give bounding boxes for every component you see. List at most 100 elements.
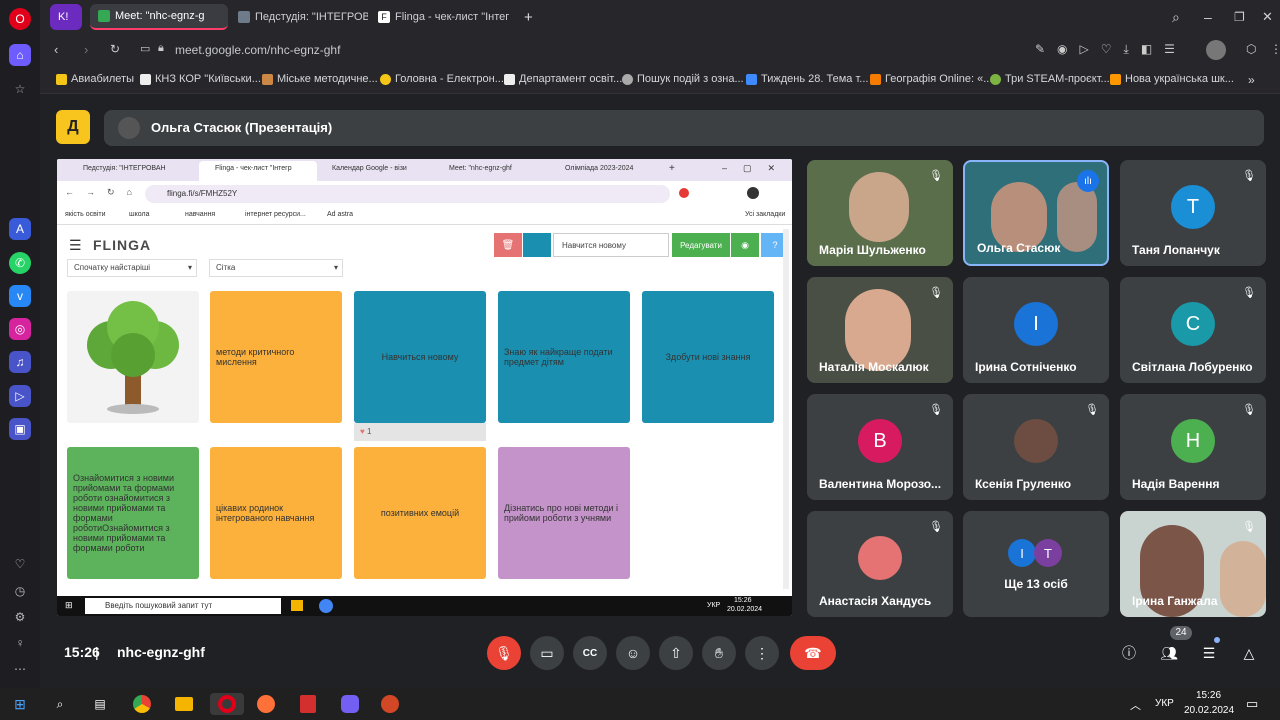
restore-icon[interactable]: ❐ — [1226, 4, 1253, 30]
emoji-button[interactable]: ☺ — [616, 636, 650, 670]
view-select: Сітка ▾ — [209, 259, 343, 277]
instagram-icon[interactable]: ◎ — [9, 318, 31, 340]
opera-icon[interactable] — [218, 695, 236, 713]
more-icon[interactable]: ⋯ — [9, 658, 31, 680]
search-tabs-icon[interactable]: ⌕ — [1164, 4, 1188, 30]
wallet-icon[interactable]: ▣ — [9, 418, 31, 440]
menu-icon[interactable]: ⋮ — [1270, 42, 1280, 56]
file-explorer-icon[interactable] — [175, 697, 193, 711]
profile-avatar[interactable] — [1206, 40, 1226, 60]
tips-icon[interactable]: ♀ — [9, 632, 31, 654]
mic-off-icon: 🎙︎ — [929, 170, 943, 182]
home-icon[interactable]: ⌂ — [9, 44, 31, 66]
bookmark-label: Географія Online: «... — [885, 73, 993, 85]
bookmark-item[interactable]: Три STEAM-проєкт... — [990, 73, 1110, 85]
whatsapp-icon[interactable]: ✆ — [9, 252, 31, 274]
meeting-info-button[interactable]: ⓘ — [1112, 636, 1146, 670]
bookmark-label: Пошук подій з озна... — [637, 73, 744, 85]
back-icon[interactable]: ‹ — [54, 42, 58, 57]
camera-icon[interactable]: ▭ — [140, 42, 150, 55]
notifications-icon[interactable]: ▭ — [1246, 696, 1258, 712]
bookmark-label: КНЗ КОР "Київськи... — [155, 73, 261, 85]
player-icon[interactable]: ▷ — [9, 385, 31, 407]
clock-date[interactable]: 20.02.2024 — [1184, 705, 1234, 716]
chat-button[interactable]: ☰ — [1192, 636, 1226, 670]
participant-tile[interactable]: I Ірина Сотніченко — [963, 277, 1109, 383]
pin-icon[interactable]: ☆ — [9, 78, 31, 100]
participant-tile[interactable]: 🎙︎ Ірина Ганжала — [1120, 511, 1266, 617]
bookmark-item[interactable]: Пошук подій з озна... — [622, 73, 744, 85]
present-button[interactable]: ⇧ — [659, 636, 693, 670]
viber-icon[interactable] — [341, 695, 359, 713]
vk-icon[interactable]: v — [9, 285, 31, 307]
camera-button[interactable]: ▭ — [530, 636, 564, 670]
mic-off-button[interactable]: 🎙︎ — [487, 636, 521, 670]
address-bar-actions[interactable]: ✎◉▷♡⤓◧☰ — [1035, 42, 1187, 57]
new-tab-button[interactable]: + — [516, 4, 536, 30]
more-participants-label: Ще 13 осіб — [1004, 577, 1068, 591]
inner-bookmark: Ad astra — [327, 211, 354, 218]
bookmark-item[interactable]: Міське методичне... — [262, 73, 378, 85]
aria-icon[interactable]: A — [9, 218, 31, 240]
bookmark-item[interactable]: Нова українська шк... — [1110, 73, 1234, 85]
windows-start-icon[interactable]: ⊞ — [8, 693, 32, 715]
mic-off-icon: 🎙︎ — [929, 404, 943, 416]
participant-tile[interactable]: В 🎙︎ Валентина Морозо... — [807, 394, 953, 500]
captions-button[interactable]: CC — [573, 636, 607, 670]
language-indicator[interactable]: УКР — [1155, 698, 1174, 709]
close-icon[interactable]: ✕ — [1254, 4, 1280, 30]
presentation-bar: Ольга Стасюк (Презентація) — [104, 110, 1264, 146]
tab-pedstudio[interactable]: Педстудія: "ІНТЕГРОВАН — [230, 4, 368, 30]
participant-name: Ірина Сотніченко — [975, 360, 1077, 374]
inner-profile-avatar — [747, 187, 759, 199]
tab-workspace[interactable]: K! — [50, 4, 82, 30]
participant-name: Анастасія Хандусь — [819, 594, 932, 608]
participant-tile[interactable]: 🎙︎ Анастасія Хандусь — [807, 511, 953, 617]
settings-icon[interactable]: ⚙ — [9, 606, 31, 628]
clock-time[interactable]: 15:26 — [1196, 690, 1221, 701]
minimize-icon[interactable]: – — [1196, 4, 1220, 30]
participant-tile[interactable]: 🎙︎ Марія Шульженко — [807, 160, 953, 266]
pdf-reader-icon[interactable] — [300, 695, 316, 713]
opera-logo-icon[interactable]: O — [9, 8, 31, 30]
participant-tile[interactable]: Н 🎙︎ Надія Варення — [1120, 394, 1266, 500]
bookmark-item[interactable]: КНЗ КОР "Київськи... — [140, 73, 261, 85]
participant-tile-active[interactable]: ılı Ольга Стасюк — [963, 160, 1109, 266]
exit-door-icon[interactable]: Д — [56, 110, 90, 144]
more-options-button[interactable]: ⋮ — [745, 636, 779, 670]
more-participants-tile[interactable]: I T Ще 13 осіб — [963, 511, 1109, 617]
inner-tab: Flinga - чек-лист "Інтегр — [215, 165, 292, 172]
history-icon[interactable]: ◷ — [9, 580, 31, 602]
search-icon[interactable]: ⌕ — [48, 693, 72, 715]
bookmarks-overflow-icon[interactable]: » — [1248, 73, 1255, 87]
participant-tile[interactable]: T 🎙︎ Таня Лопанчук — [1120, 160, 1266, 266]
chrome-icon[interactable] — [133, 695, 151, 713]
activities-button[interactable]: △ — [1232, 636, 1266, 670]
bookmark-item[interactable]: Департамент освіт... — [504, 73, 622, 85]
task-view-icon[interactable]: ▤ — [88, 693, 112, 715]
tab-meet[interactable]: Meet: "nhc-egnz-g — [90, 4, 228, 30]
tray-expand-icon[interactable]: ︿ — [1130, 697, 1141, 713]
participant-tile[interactable]: С 🎙︎ Світлана Лобуренко — [1120, 277, 1266, 383]
url-field[interactable]: meet.google.com/nhc-egnz-ghf — [175, 40, 975, 60]
heart-icon[interactable]: ♡ — [9, 553, 31, 575]
bookmark-item[interactable]: Географія Online: «... — [870, 73, 992, 85]
powerpoint-icon[interactable] — [381, 695, 399, 713]
tab-label: Meet: "nhc-egnz-g — [115, 10, 205, 22]
firefox-icon[interactable] — [257, 695, 275, 713]
leave-call-button[interactable]: ☎︎ — [790, 636, 836, 670]
participant-tile[interactable]: 🎙︎ Наталія Москалюк — [807, 277, 953, 383]
participant-tile[interactable]: 🎙︎ Ксенія Груленко — [963, 394, 1109, 500]
extensions-icon[interactable]: ⬡ — [1246, 42, 1256, 56]
participant-avatar: I — [1014, 302, 1058, 346]
bookmark-item[interactable]: Тиждень 28. Тема т... — [746, 73, 868, 85]
people-button[interactable]: 👥︎ — [1152, 636, 1186, 670]
music-icon[interactable]: ♫ — [9, 351, 31, 373]
reload-icon[interactable]: ↻ — [110, 42, 120, 56]
raise-hand-button[interactable]: ✋︎ — [702, 636, 736, 670]
inner-tab: Педстудія: "ІНТЕГРОВАН — [83, 165, 166, 172]
forward-icon[interactable]: › — [84, 42, 88, 57]
bookmark-item[interactable]: Головна - Електрон... — [380, 73, 504, 85]
tab-flinga[interactable]: F Flinga - чек-лист "Інтегро — [370, 4, 510, 30]
bookmark-item[interactable]: Авиабилеты — [56, 73, 134, 85]
